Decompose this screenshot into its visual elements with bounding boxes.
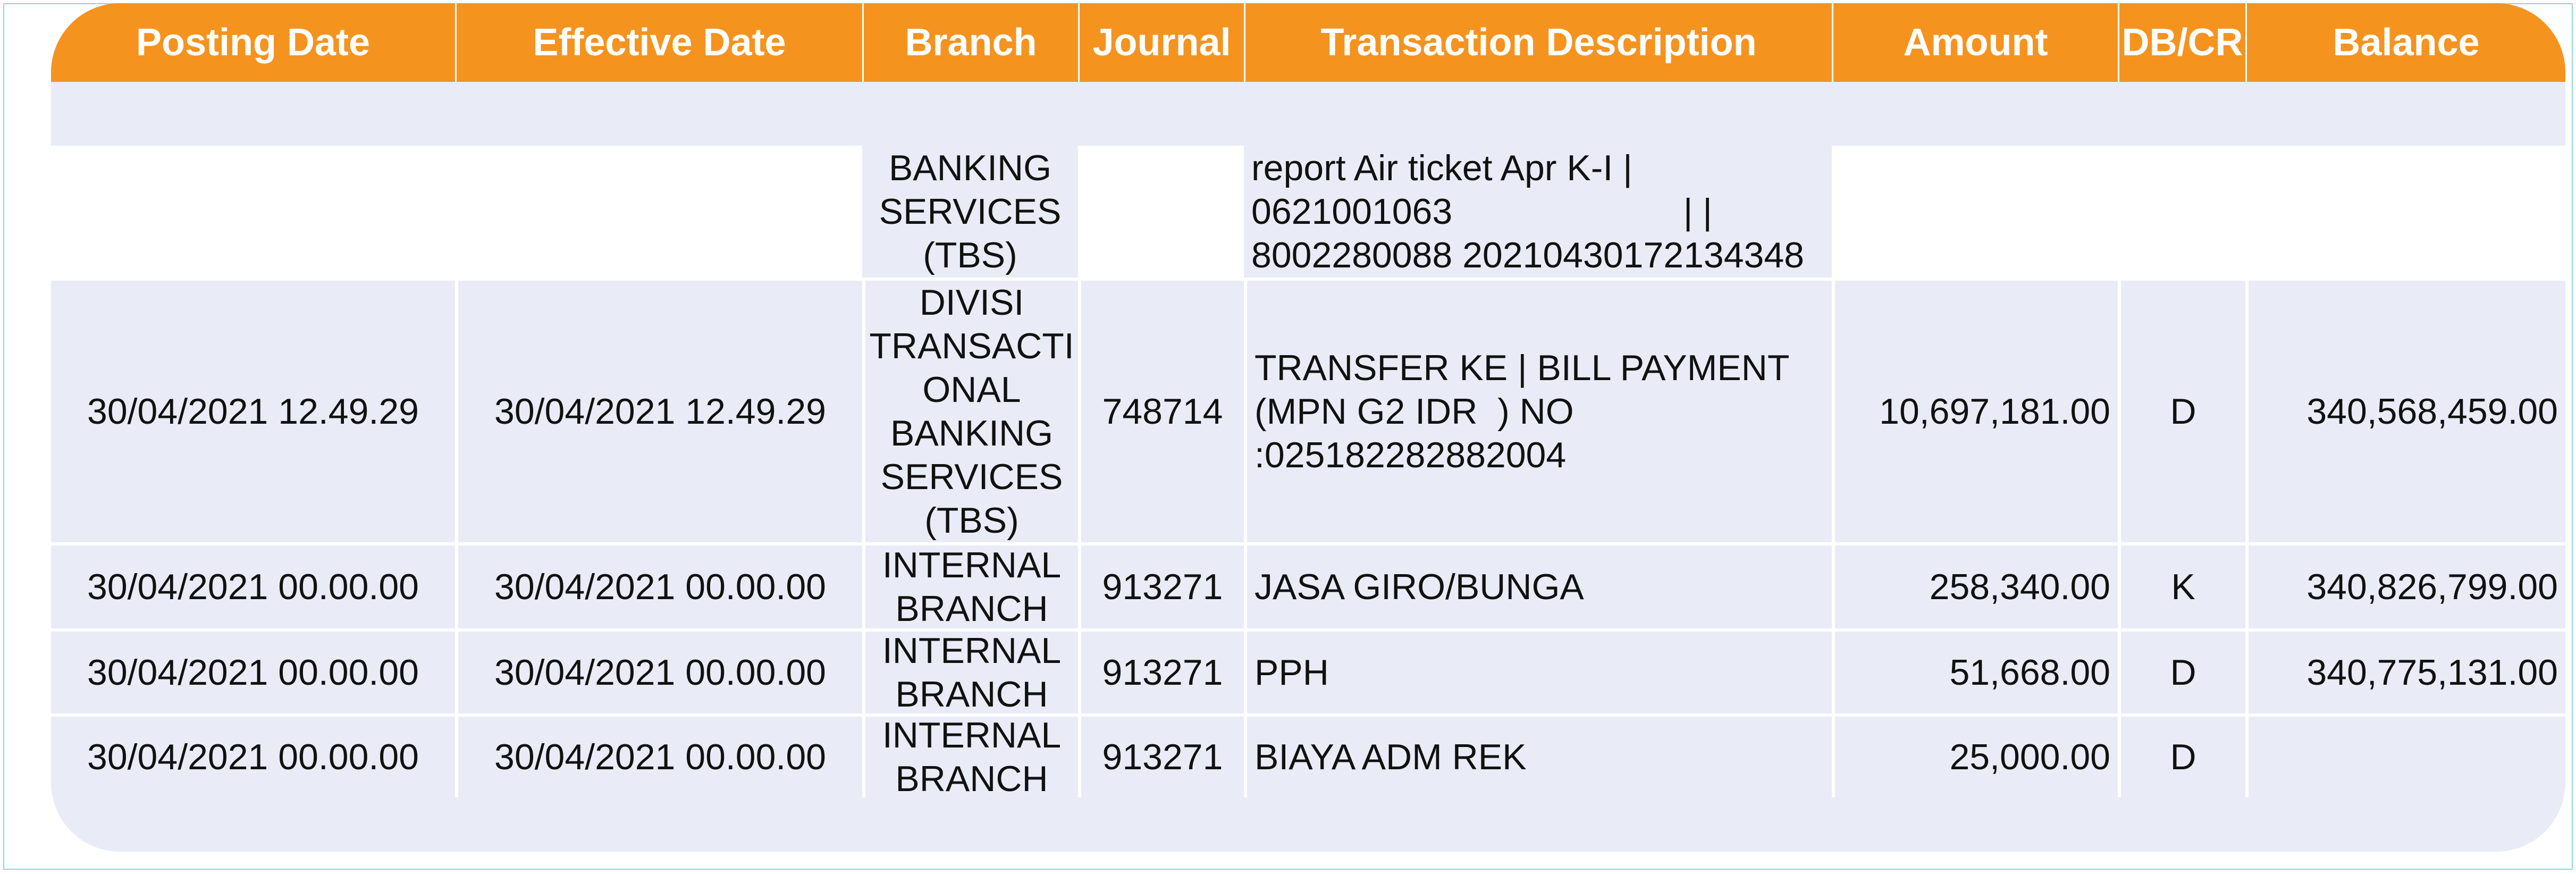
branch-cell: INTERNAL BRANCH — [862, 543, 1078, 631]
description-line: 8002280088 20210430172134348 — [1251, 235, 1804, 275]
branch-line: DIVISI — [919, 282, 1024, 323]
header-journal: Journal — [1078, 3, 1244, 82]
table-row: 30/04/2021 12.49.29 30/04/2021 12.49.29 DI… — [51, 278, 2565, 542]
branch-line: BRANCH — [895, 589, 1048, 629]
header-balance: Balance — [2245, 3, 2565, 82]
table-row: 30/04/2021 00.00.00 30/04/2021 00.00.00 IN… — [51, 628, 2565, 716]
amount-cell: 258,340.00 — [1832, 545, 2118, 628]
description-cell: PPH — [1244, 632, 1832, 713]
balance-cell: 340,775,131.00 — [2245, 632, 2565, 713]
header-transaction-description: Transaction Description — [1244, 3, 1832, 82]
branch-line: INTERNAL — [882, 631, 1062, 671]
journal-cell: 748714 — [1078, 281, 1244, 542]
branch-line: SERVICES — [879, 191, 1062, 232]
amount-cell: 10,697,181.00 — [1832, 281, 2118, 542]
branch-lines: BANKING SERVICES (TBS) — [879, 146, 1062, 277]
journal-cell: 913271 — [1078, 717, 1244, 797]
effective-date-cell: 30/04/2021 12.49.29 — [455, 281, 862, 542]
posting-date-cell: 30/04/2021 00.00.00 — [87, 567, 419, 607]
branch-line: BANKING — [888, 148, 1052, 188]
effective-date-cell: 30/04/2021 00.00.00 — [455, 717, 862, 797]
header-amount: Amount — [1832, 3, 2118, 82]
branch-line: (TBS) — [923, 235, 1017, 275]
description-line: BIAYA ADM REK — [1255, 737, 1527, 777]
description-line: report Air ticket Apr K-I | — [1251, 148, 1632, 188]
description-line: :025182282882004 — [1255, 435, 1567, 475]
table-row: 30/04/2021 00.00.00 30/04/2021 00.00.00 IN… — [51, 713, 2565, 799]
description-cell: report Air ticket Apr K-I | 0621001063 | … — [1244, 146, 1832, 278]
branch-cell: INTERNAL BRANCH — [862, 715, 1078, 799]
description-line: JASA GIRO/BUNGA — [1255, 567, 1584, 607]
branch-line: BRANCH — [895, 674, 1048, 715]
header-posting-date: Posting Date — [136, 21, 371, 64]
header-effective-date: Effective Date — [455, 3, 862, 82]
branch-line: INTERNAL — [882, 545, 1062, 585]
description-cell: TRANSFER KE | BILL PAYMENT (MPN G2 IDR ) … — [1244, 281, 1832, 542]
balance-cell: 340,568,459.00 — [2245, 281, 2565, 542]
header-dbcr: DB/CR — [2118, 3, 2245, 82]
branch-line: ONAL — [922, 369, 1021, 410]
branch-lines: DIVISI TRANSACTI ONAL BANKING SERVICES (TBS) — [869, 281, 1074, 542]
posting-date-cell: 30/04/2021 12.49.29 — [87, 391, 419, 432]
balance-cell — [2245, 717, 2565, 797]
description-lines: JASA GIRO/BUNGA — [1255, 565, 1584, 609]
branch-line: TRANSACTI — [869, 326, 1074, 366]
posting-date-cell: 30/04/2021 00.00.00 — [87, 737, 419, 777]
spacer-band — [51, 82, 2565, 146]
description-lines: report Air ticket Apr K-I | 0621001063 | … — [1251, 146, 1804, 277]
description-lines: TRANSFER KE | BILL PAYMENT (MPN G2 IDR ) … — [1255, 346, 1789, 477]
statement-table: Posting Date Effective Date Branch Journ… — [51, 3, 2565, 852]
dbcr-cell: K — [2118, 545, 2245, 628]
dbcr-cell: D — [2118, 281, 2245, 542]
header-branch: Branch — [862, 3, 1078, 82]
description-lines: PPH — [1255, 651, 1329, 694]
journal-cell: 913271 — [1078, 545, 1244, 628]
balance-cell: 340,826,799.00 — [2245, 545, 2565, 628]
description-line: 0621001063 | | — [1251, 191, 1712, 232]
journal-cell: 913271 — [1078, 632, 1244, 713]
branch-lines: INTERNAL BRANCH — [882, 543, 1061, 631]
branch-line: SERVICES — [880, 457, 1063, 497]
effective-date-cell: 30/04/2021 00.00.00 — [455, 545, 862, 628]
branch-line: (TBS) — [924, 500, 1019, 541]
table-header: Posting Date Effective Date Branch Journ… — [51, 3, 2565, 82]
table-row-continued: BANKING SERVICES (TBS) report Air ticket A… — [51, 146, 2565, 278]
posting-date-cell: 30/04/2021 00.00.00 — [87, 652, 419, 693]
branch-cell: DIVISI TRANSACTI ONAL BANKING SERVICES (TBS) — [862, 281, 1078, 542]
branch-lines: INTERNAL BRANCH — [882, 713, 1061, 801]
description-cell: JASA GIRO/BUNGA — [1244, 545, 1832, 628]
description-line: TRANSFER KE | BILL PAYMENT — [1255, 348, 1790, 388]
branch-line: INTERNAL — [882, 715, 1062, 755]
dbcr-cell: D — [2118, 632, 2245, 713]
branch-cell: BANKING SERVICES (TBS) — [862, 146, 1078, 278]
amount-cell: 25,000.00 — [1832, 717, 2118, 797]
description-line: (MPN G2 IDR ) NO — [1255, 391, 1574, 432]
description-lines: BIAYA ADM REK — [1255, 735, 1526, 779]
table-row: 30/04/2021 00.00.00 30/04/2021 00.00.00 IN… — [51, 542, 2565, 631]
description-line: PPH — [1255, 652, 1329, 693]
dbcr-cell: D — [2118, 717, 2245, 797]
branch-line: BRANCH — [895, 759, 1048, 799]
effective-date-cell: 30/04/2021 00.00.00 — [455, 632, 862, 713]
branch-line: BANKING — [890, 413, 1054, 453]
description-cell: BIAYA ADM REK — [1244, 717, 1832, 797]
branch-lines: INTERNAL BRANCH — [882, 629, 1061, 716]
amount-cell: 51,668.00 — [1832, 632, 2118, 713]
branch-cell: INTERNAL BRANCH — [862, 629, 1078, 716]
